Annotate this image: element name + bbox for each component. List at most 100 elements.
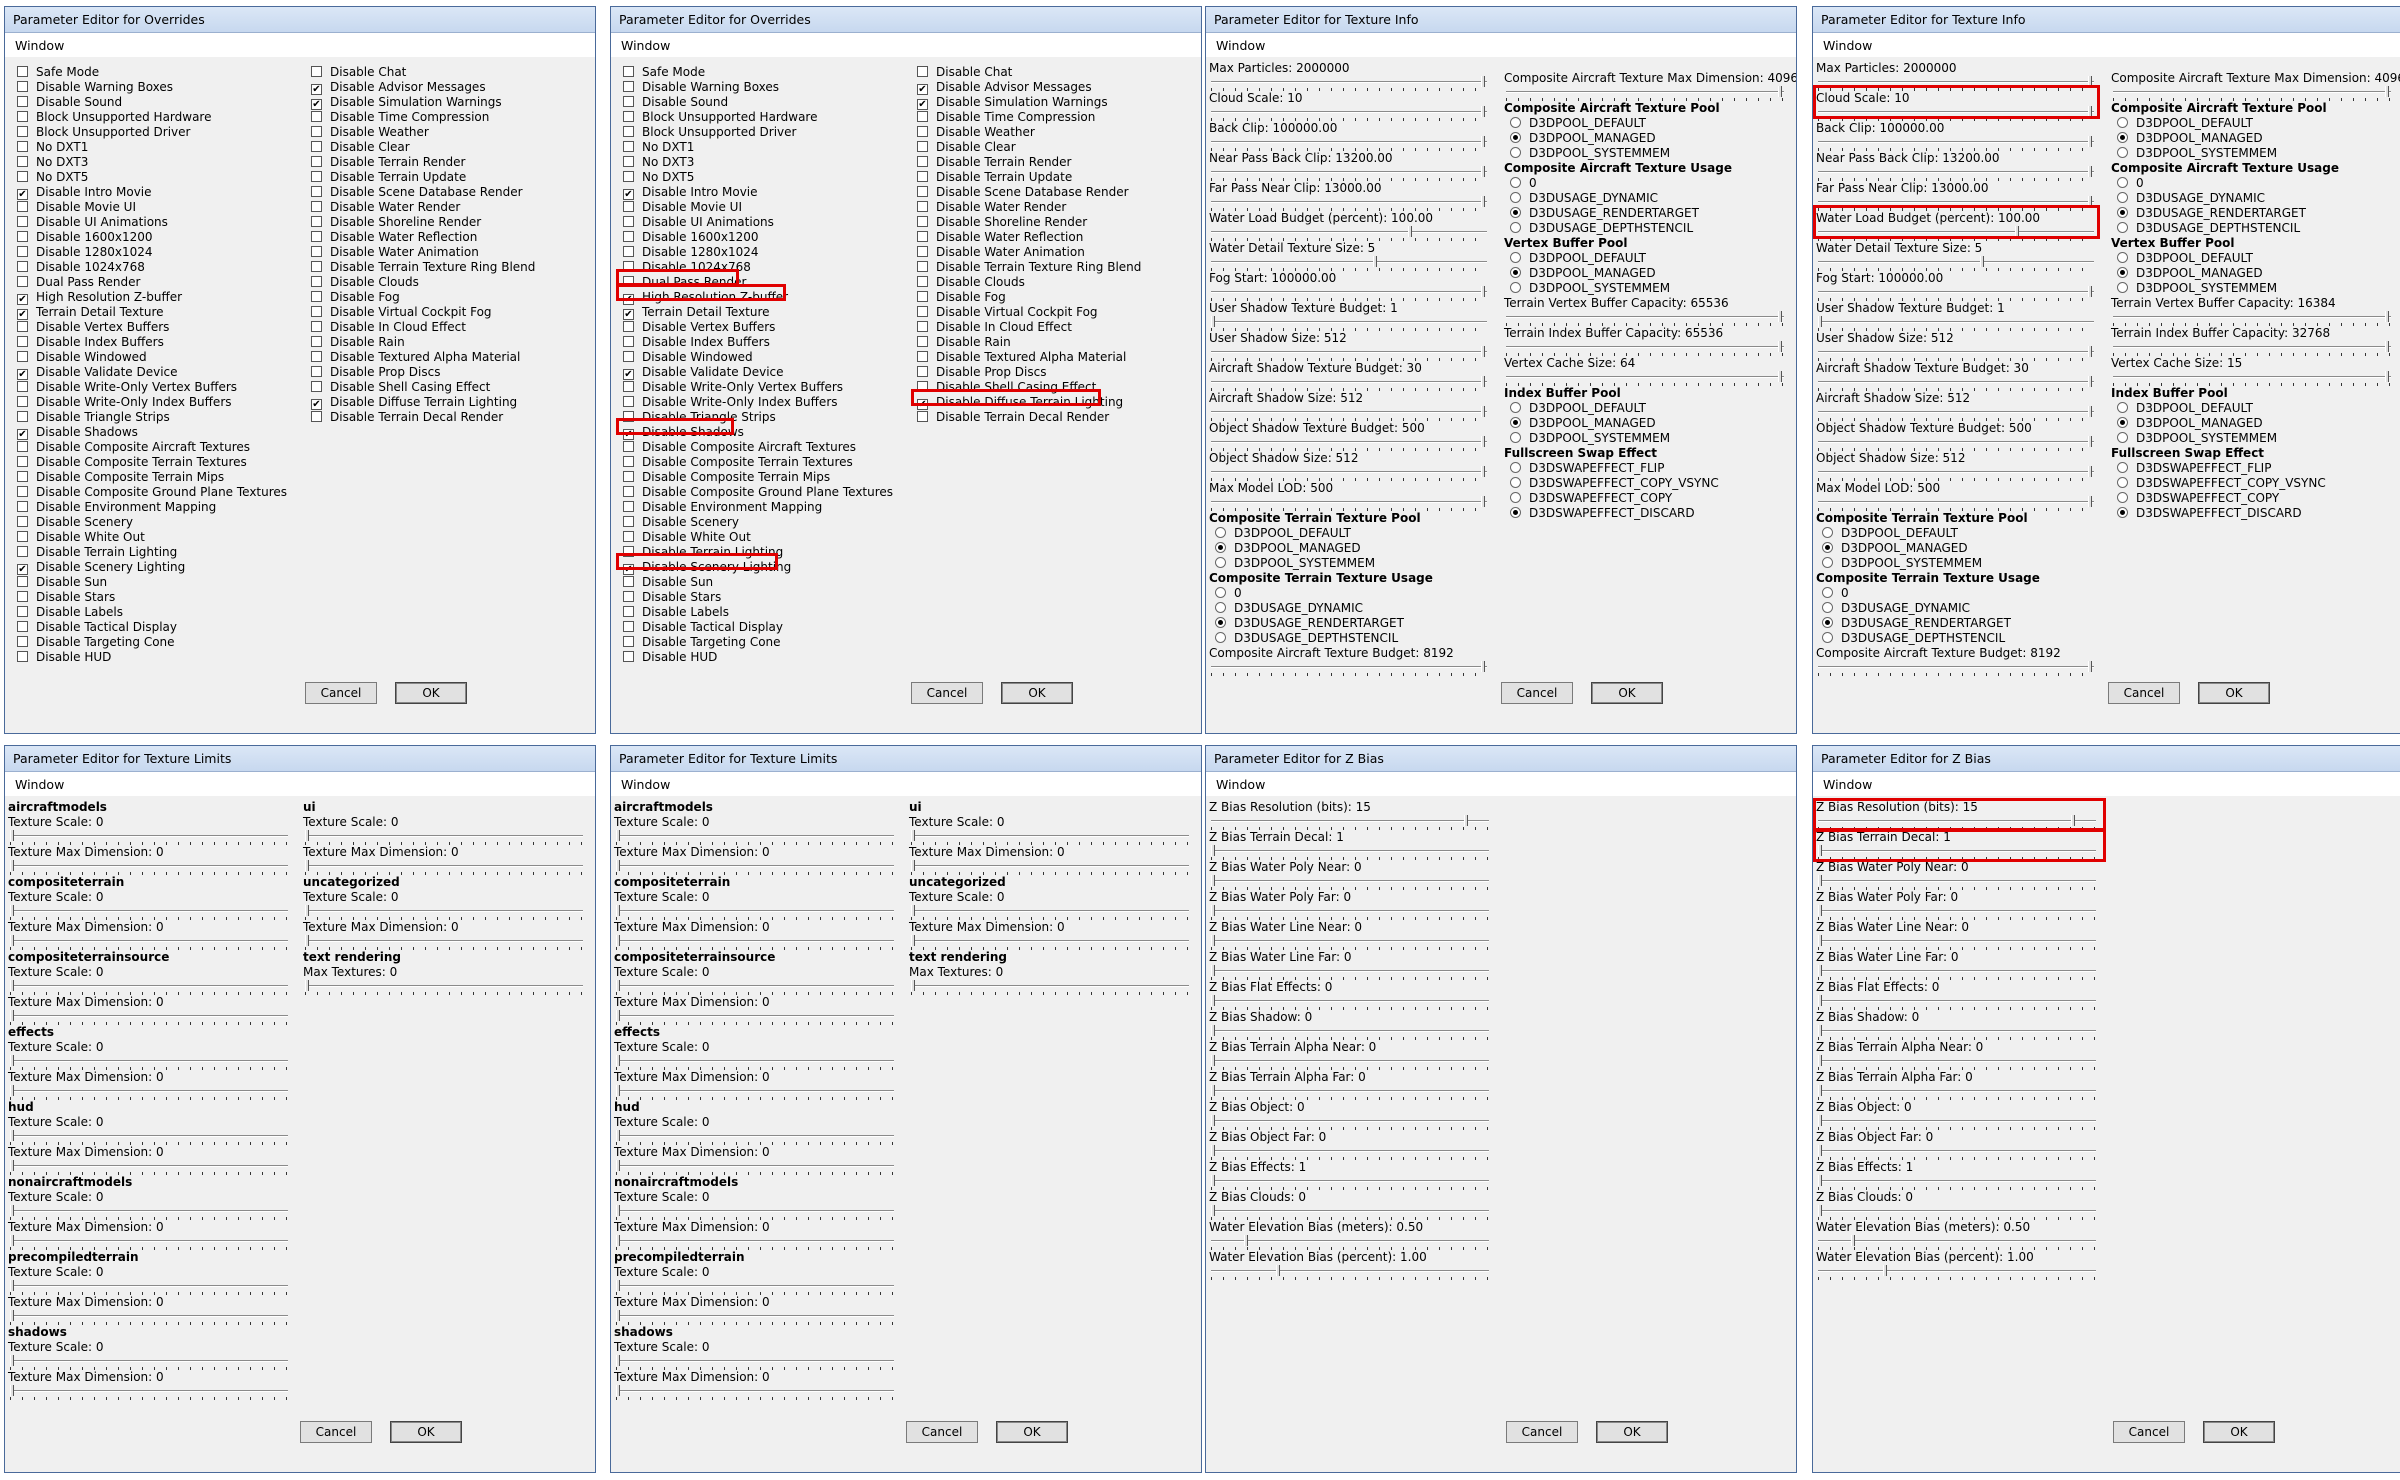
slider-track[interactable] [909, 830, 1191, 845]
checkbox-option[interactable]: Disable Environment Mapping [17, 500, 216, 515]
unchecked-icon[interactable] [917, 141, 928, 152]
checkbox-option[interactable]: Disable In Cloud Effect [311, 320, 466, 335]
slider-thumb[interactable] [2088, 166, 2092, 177]
checkbox-option[interactable]: Disable Fog [917, 290, 1006, 305]
unchecked-icon[interactable] [623, 501, 634, 512]
checkbox-option[interactable]: Disable Labels [17, 605, 123, 620]
unchecked-icon[interactable] [17, 531, 28, 542]
slider-track[interactable] [2111, 86, 2393, 101]
checkbox-option[interactable]: Disable Composite Aircraft Textures [623, 440, 856, 455]
slider-thumb[interactable] [1481, 496, 1485, 507]
slider-track[interactable] [1816, 346, 2096, 361]
unchecked-icon[interactable] [311, 246, 322, 257]
unchecked-icon[interactable] [311, 216, 322, 227]
checkbox-option[interactable]: Disable Shell Casing Effect [311, 380, 490, 395]
radio-icon[interactable] [1215, 557, 1226, 568]
slider-thumb[interactable] [2071, 815, 2075, 826]
slider-thumb[interactable] [2088, 346, 2092, 357]
radio-icon[interactable] [2117, 432, 2128, 443]
slider-track[interactable] [1816, 1055, 2098, 1070]
slider-track[interactable] [1816, 226, 2096, 241]
menu-window[interactable]: Window [1206, 772, 1796, 796]
slider-thumb[interactable] [10, 1310, 14, 1321]
unchecked-icon[interactable] [623, 201, 634, 212]
slider-track[interactable] [8, 935, 290, 950]
checkbox-option[interactable]: Disable Shoreline Render [311, 215, 481, 230]
checked-icon[interactable]: ✔ [17, 369, 28, 380]
checkbox-option[interactable]: Disable Stars [623, 590, 721, 605]
slider-thumb[interactable] [1818, 1085, 1822, 1096]
unchecked-icon[interactable] [17, 261, 28, 272]
slider-thumb[interactable] [616, 1355, 620, 1366]
slider-thumb[interactable] [1481, 286, 1485, 297]
unchecked-icon[interactable] [17, 546, 28, 557]
slider-track[interactable] [8, 905, 290, 920]
checkbox-option[interactable]: Disable Weather [917, 125, 1035, 140]
checkbox-option[interactable]: Disable Water Animation [311, 245, 479, 260]
slider-thumb[interactable] [911, 860, 915, 871]
radio-option[interactable]: D3DSWAPEFFECT_DISCARD [2117, 506, 2302, 521]
radio-icon[interactable] [2117, 402, 2128, 413]
cancel-button[interactable]: Cancel [2108, 682, 2180, 704]
slider-track[interactable] [1209, 346, 1489, 361]
radio-option[interactable]: D3DUSAGE_RENDERTARGET [2117, 206, 2306, 221]
slider-thumb[interactable] [1818, 905, 1822, 916]
slider-track[interactable] [8, 980, 290, 995]
checkbox-option[interactable]: Disable Prop Discs [917, 365, 1046, 380]
checkbox-option[interactable]: Disable Terrain Texture Ring Blend [311, 260, 535, 275]
unchecked-icon[interactable] [311, 336, 322, 347]
slider-track[interactable] [1209, 106, 1489, 121]
slider-thumb[interactable] [305, 980, 309, 991]
slider-thumb[interactable] [2088, 196, 2092, 207]
unchecked-icon[interactable] [917, 126, 928, 137]
radio-option[interactable]: D3DPOOL_DEFAULT [1510, 251, 1646, 266]
slider-thumb[interactable] [2088, 136, 2092, 147]
slider-thumb[interactable] [911, 935, 915, 946]
unchecked-icon[interactable] [17, 66, 28, 77]
slider-track[interactable] [8, 1055, 290, 1070]
slider-thumb[interactable] [10, 1235, 14, 1246]
checked-icon[interactable]: ✔ [17, 189, 28, 200]
checkbox-option[interactable]: Disable Sun [17, 575, 107, 590]
slider-track[interactable] [1816, 196, 2096, 211]
checkbox-option[interactable]: Disable Water Reflection [917, 230, 1083, 245]
checkbox-option[interactable]: Disable Terrain Decal Render [311, 410, 503, 425]
unchecked-icon[interactable] [311, 156, 322, 167]
unchecked-icon[interactable] [623, 636, 634, 647]
unchecked-icon[interactable] [17, 111, 28, 122]
checkbox-option[interactable]: Disable Clouds [917, 275, 1025, 290]
slider-thumb[interactable] [1818, 1145, 1822, 1156]
checkbox-option[interactable]: Disable Index Buffers [17, 335, 164, 350]
slider-thumb[interactable] [1408, 226, 1412, 237]
radio-icon[interactable] [2117, 147, 2128, 158]
slider-thumb[interactable] [1481, 346, 1485, 357]
checkbox-option[interactable]: Disable Windowed [623, 350, 753, 365]
cancel-button[interactable]: Cancel [911, 682, 983, 704]
radio-option[interactable]: D3DPOOL_MANAGED [1510, 131, 1656, 146]
unchecked-icon[interactable] [311, 231, 322, 242]
radio-option[interactable]: D3DUSAGE_DYNAMIC [2117, 191, 2265, 206]
slider-track[interactable] [8, 1085, 290, 1100]
slider-track[interactable] [1209, 1175, 1491, 1190]
unchecked-icon[interactable] [917, 306, 928, 317]
checkbox-option[interactable]: Disable Vertex Buffers [17, 320, 169, 335]
slider-track[interactable] [1816, 496, 2096, 511]
slider-track[interactable] [1209, 496, 1489, 511]
radio-icon[interactable] [2117, 477, 2128, 488]
checkbox-option[interactable]: Disable Time Compression [311, 110, 489, 125]
slider-track[interactable] [614, 860, 896, 875]
unchecked-icon[interactable] [917, 66, 928, 77]
radio-option[interactable]: 0 [2117, 176, 2144, 191]
unchecked-icon[interactable] [17, 96, 28, 107]
slider-track[interactable] [1816, 815, 2098, 830]
checkbox-option[interactable]: Disable 1280x1024 [17, 245, 153, 260]
unchecked-icon[interactable] [623, 81, 634, 92]
slider-thumb[interactable] [616, 935, 620, 946]
checkbox-option[interactable]: Disable 1024x768 [17, 260, 145, 275]
slider-thumb[interactable] [10, 1055, 14, 1066]
slider-track[interactable] [1816, 286, 2096, 301]
unchecked-icon[interactable] [623, 156, 634, 167]
slider-track[interactable] [1209, 76, 1489, 91]
checked-icon[interactable]: ✔ [623, 429, 634, 440]
unchecked-icon[interactable] [917, 276, 928, 287]
